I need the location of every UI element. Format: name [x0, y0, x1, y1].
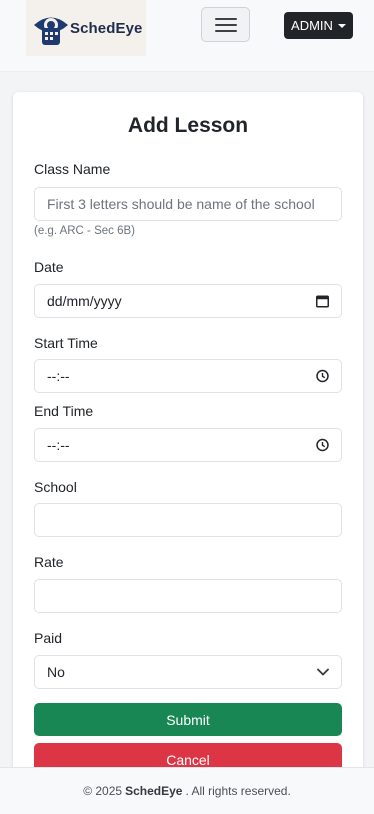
start-time-input[interactable]: --:--: [34, 359, 342, 393]
school-input[interactable]: [34, 503, 342, 537]
end-time-input[interactable]: --:--: [34, 428, 342, 462]
add-lesson-card: Add Lesson Class Name First 3 letters sh…: [13, 92, 363, 792]
school-label: School: [34, 479, 77, 495]
class-name-placeholder: First 3 letters should be name of the sc…: [47, 196, 315, 212]
date-label: Date: [34, 259, 64, 275]
start-time-label: Start Time: [34, 335, 98, 351]
paid-label: Paid: [34, 630, 63, 646]
admin-dropdown-button[interactable]: ADMIN: [284, 12, 353, 39]
brand-name: SchedEye: [70, 19, 143, 37]
class-name-label: Class Name: [34, 161, 111, 177]
page-title: Add Lesson: [127, 114, 249, 137]
clock-icon[interactable]: [316, 438, 329, 452]
calendar-icon[interactable]: [316, 295, 329, 308]
caret-down-icon: [337, 23, 346, 28]
footer-copyright: © 2025: [83, 784, 123, 798]
start-time-placeholder: --:--: [47, 368, 70, 384]
rate-label: Rate: [34, 554, 64, 570]
footer: © 2025 SchedEye . All rights reserved.: [0, 767, 374, 814]
paid-select[interactable]: No: [34, 655, 342, 689]
schedeye-logo-icon: [34, 17, 68, 45]
paid-selected-value: No: [47, 664, 65, 680]
navbar-toggle-button[interactable]: [201, 7, 250, 42]
navbar: SchedEye ADMIN: [0, 0, 374, 72]
rate-input[interactable]: [34, 579, 342, 613]
end-time-placeholder: --:--: [47, 437, 70, 453]
class-name-input[interactable]: First 3 letters should be name of the sc…: [34, 187, 342, 221]
class-name-hint: (e.g. ARC - Sec 6B): [34, 225, 135, 237]
brand-logo-link[interactable]: SchedEye: [26, 0, 146, 56]
end-time-label: End Time: [34, 403, 94, 419]
clock-icon[interactable]: [316, 369, 329, 383]
date-placeholder: dd/mm/yyyy: [47, 293, 122, 309]
date-input[interactable]: dd/mm/yyyy: [34, 284, 342, 318]
admin-label: ADMIN: [291, 18, 333, 33]
footer-brand: SchedEye: [125, 784, 183, 798]
submit-button[interactable]: Submit: [34, 703, 342, 736]
hamburger-icon: [214, 17, 237, 32]
footer-rights: . All rights reserved.: [185, 784, 291, 798]
chevron-down-icon: [317, 668, 329, 676]
